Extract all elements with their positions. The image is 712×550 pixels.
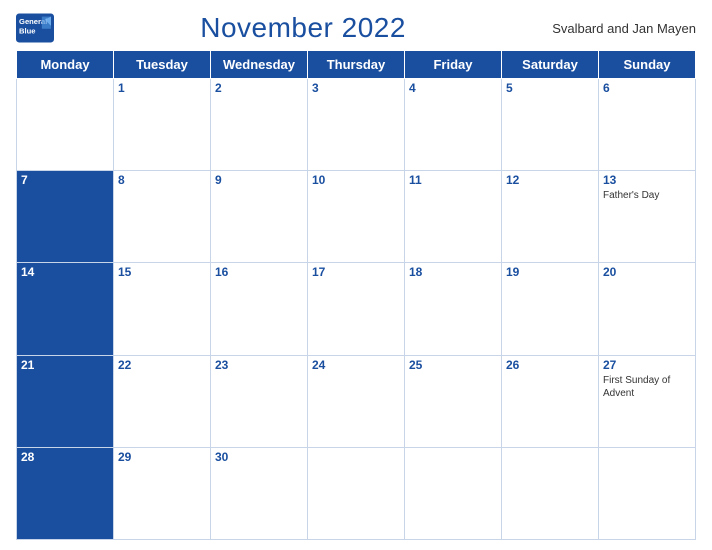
- calendar-cell-1-2: 1: [114, 79, 211, 171]
- calendar-cell-2-1: 7: [17, 171, 114, 263]
- calendar-cell-1-3: 2: [211, 79, 308, 171]
- calendar-cell-5-2: 29: [114, 447, 211, 539]
- day-number: 15: [118, 265, 206, 279]
- calendar-cell-3-4: 17: [308, 263, 405, 355]
- day-number: 6: [603, 81, 691, 95]
- calendar-cell-4-3: 23: [211, 355, 308, 447]
- calendar-cell-2-3: 9: [211, 171, 308, 263]
- day-number: 27: [603, 358, 691, 372]
- day-number: 30: [215, 450, 303, 464]
- col-thursday: Thursday: [308, 51, 405, 79]
- col-saturday: Saturday: [502, 51, 599, 79]
- day-number: 5: [506, 81, 594, 95]
- calendar-cell-1-7: 6: [599, 79, 696, 171]
- calendar-cell-5-7: [599, 447, 696, 539]
- calendar-cell-2-2: 8: [114, 171, 211, 263]
- calendar-cell-2-5: 11: [405, 171, 502, 263]
- day-number: 21: [21, 358, 109, 372]
- calendar-cell-4-1: 21: [17, 355, 114, 447]
- event-label: Father's Day: [603, 189, 691, 202]
- day-number: 3: [312, 81, 400, 95]
- day-number: 18: [409, 265, 497, 279]
- general-blue-logo: General Blue: [16, 13, 54, 43]
- day-number: 22: [118, 358, 206, 372]
- day-number: 4: [409, 81, 497, 95]
- calendar-cell-5-1: 28: [17, 447, 114, 539]
- day-number: 12: [506, 173, 594, 187]
- day-number: 17: [312, 265, 400, 279]
- day-number: 11: [409, 173, 497, 187]
- calendar-cell-3-5: 18: [405, 263, 502, 355]
- day-number: 24: [312, 358, 400, 372]
- day-number: 10: [312, 173, 400, 187]
- weekday-header-row: Monday Tuesday Wednesday Thursday Friday…: [17, 51, 696, 79]
- day-number: 25: [409, 358, 497, 372]
- calendar-cell-4-6: 26: [502, 355, 599, 447]
- day-number: 29: [118, 450, 206, 464]
- day-number: 19: [506, 265, 594, 279]
- day-number: 2: [215, 81, 303, 95]
- calendar-cell-4-7: 27 First Sunday of Advent: [599, 355, 696, 447]
- calendar-cell-1-5: 4: [405, 79, 502, 171]
- calendar-cell-4-2: 22: [114, 355, 211, 447]
- calendar-cell-3-2: 15: [114, 263, 211, 355]
- col-tuesday: Tuesday: [114, 51, 211, 79]
- day-number: 9: [215, 173, 303, 187]
- calendar-cell-1-6: 5: [502, 79, 599, 171]
- calendar-week-row-4: 21 22 23 24 25 26 27 First Sunday of Advent: [17, 355, 696, 447]
- calendar-title: November 2022: [200, 12, 406, 43]
- calendar-week-row-3: 14 15 16 17 18 19 20: [17, 263, 696, 355]
- event-label: First Sunday of Advent: [603, 374, 691, 400]
- calendar-week-row-2: 789 10 11 12 13 Father's Day: [17, 171, 696, 263]
- calendar-cell-3-7: 20: [599, 263, 696, 355]
- day-number: 16: [215, 265, 303, 279]
- day-number: 26: [506, 358, 594, 372]
- title-area: November 2022: [54, 12, 552, 44]
- day-number: 20: [603, 265, 691, 279]
- calendar-table: Monday Tuesday Wednesday Thursday Friday…: [16, 50, 696, 540]
- day-number: 7: [21, 173, 109, 187]
- calendar-cell-2-6: 12: [502, 171, 599, 263]
- svg-text:Blue: Blue: [19, 26, 35, 35]
- calendar-cell-5-4: [308, 447, 405, 539]
- region-label: Svalbard and Jan Mayen: [552, 21, 696, 36]
- calendar-cell-1-4: 3: [308, 79, 405, 171]
- calendar-cell-3-6: 19: [502, 263, 599, 355]
- day-number: 8: [118, 173, 206, 187]
- calendar-cell-2-4: 10: [308, 171, 405, 263]
- calendar-cell-4-5: 25: [405, 355, 502, 447]
- calendar-header: General Blue November 2022 Svalbard and …: [16, 12, 696, 44]
- col-wednesday: Wednesday: [211, 51, 308, 79]
- col-friday: Friday: [405, 51, 502, 79]
- day-number: 23: [215, 358, 303, 372]
- col-sunday: Sunday: [599, 51, 696, 79]
- day-number: 14: [21, 265, 109, 279]
- day-number: 13: [603, 173, 691, 187]
- col-monday: Monday: [17, 51, 114, 79]
- calendar-cell-3-1: 14: [17, 263, 114, 355]
- calendar-week-row-1: 123456: [17, 79, 696, 171]
- calendar-week-row-5: 28 29 30: [17, 447, 696, 539]
- logo-area: General Blue: [16, 13, 54, 43]
- day-number: 1: [118, 81, 206, 95]
- day-number: 28: [21, 450, 109, 464]
- calendar-cell-2-7: 13 Father's Day: [599, 171, 696, 263]
- calendar-cell-3-3: 16: [211, 263, 308, 355]
- calendar-cell-5-6: [502, 447, 599, 539]
- calendar-body: 12345678910111213Father's Day14151617181…: [17, 79, 696, 540]
- calendar-cell-5-5: [405, 447, 502, 539]
- calendar-cell-1-1: [17, 79, 114, 171]
- calendar-page: General Blue November 2022 Svalbard and …: [0, 0, 712, 550]
- calendar-cell-4-4: 24: [308, 355, 405, 447]
- calendar-cell-5-3: 30: [211, 447, 308, 539]
